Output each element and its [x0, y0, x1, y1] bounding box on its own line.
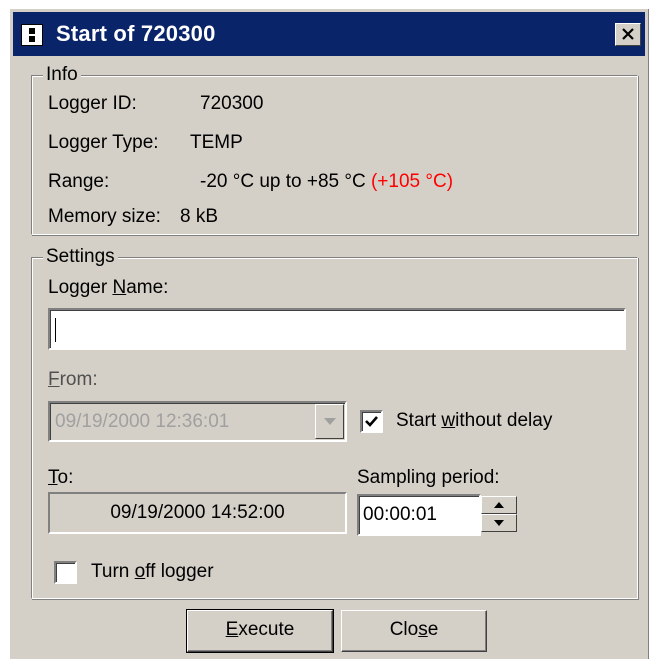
- range-value: -20 °C up to +85 °C: [200, 171, 366, 192]
- to-datetime-display: 09/19/2000 14:52:00: [48, 492, 347, 534]
- logger-id-value: 720300: [200, 93, 264, 114]
- device-icon: [21, 24, 43, 46]
- memory-size-label: Memory size:: [48, 206, 161, 227]
- close-button[interactable]: [615, 23, 641, 46]
- sampling-period-up-button[interactable]: [481, 496, 517, 514]
- settings-legend: Settings: [43, 246, 118, 268]
- from-dropdown-button[interactable]: [315, 404, 344, 439]
- logger-type-value: TEMP: [190, 132, 243, 153]
- start-without-delay-label[interactable]: Start without delay: [396, 410, 552, 432]
- execute-button[interactable]: Execute: [186, 609, 334, 653]
- logger-name-input[interactable]: [48, 308, 626, 350]
- start-logger-dialog: Start of 720300 Info Logger ID: 720300 L…: [9, 8, 649, 659]
- chevron-down-icon: [324, 418, 336, 425]
- sampling-period-value: 00:00:01: [363, 504, 437, 525]
- arrow-down-icon: [494, 520, 504, 526]
- turn-off-logger-label[interactable]: Turn off logger: [91, 561, 214, 583]
- arrow-up-icon: [494, 502, 504, 508]
- text-caret: [55, 318, 56, 342]
- to-label: To:: [48, 467, 74, 488]
- from-datetime-value: 09/19/2000 12:36:01: [55, 411, 230, 432]
- range-label: Range:: [48, 171, 110, 192]
- from-label: From:: [48, 369, 98, 390]
- logger-name-label: Logger Name:: [48, 277, 169, 298]
- checkmark-icon: [365, 416, 378, 427]
- sampling-period-down-button[interactable]: [481, 514, 517, 532]
- sampling-period-label: Sampling period:: [357, 467, 500, 488]
- window-title: Start of 720300: [56, 21, 216, 46]
- from-datetime-combo[interactable]: 09/19/2000 12:36:01: [48, 401, 347, 442]
- sampling-period-input[interactable]: 00:00:01: [357, 494, 481, 536]
- memory-size-value: 8 kB: [180, 206, 219, 227]
- to-datetime-value: 09/19/2000 14:52:00: [110, 502, 285, 523]
- range-extended-value: (+105 °C): [370, 171, 454, 192]
- turn-off-logger-checkbox[interactable]: [54, 561, 77, 584]
- range-value-line: -20 °C up to +85 °C (+105 °C): [200, 171, 453, 193]
- close-dialog-button[interactable]: Close: [341, 610, 487, 652]
- close-x-icon: [622, 28, 634, 40]
- logger-id-label: Logger ID:: [48, 93, 137, 114]
- start-without-delay-checkbox[interactable]: [360, 410, 383, 433]
- title-bar[interactable]: Start of 720300: [13, 12, 645, 56]
- logger-type-label: Logger Type:: [48, 132, 159, 153]
- info-legend: Info: [43, 64, 81, 86]
